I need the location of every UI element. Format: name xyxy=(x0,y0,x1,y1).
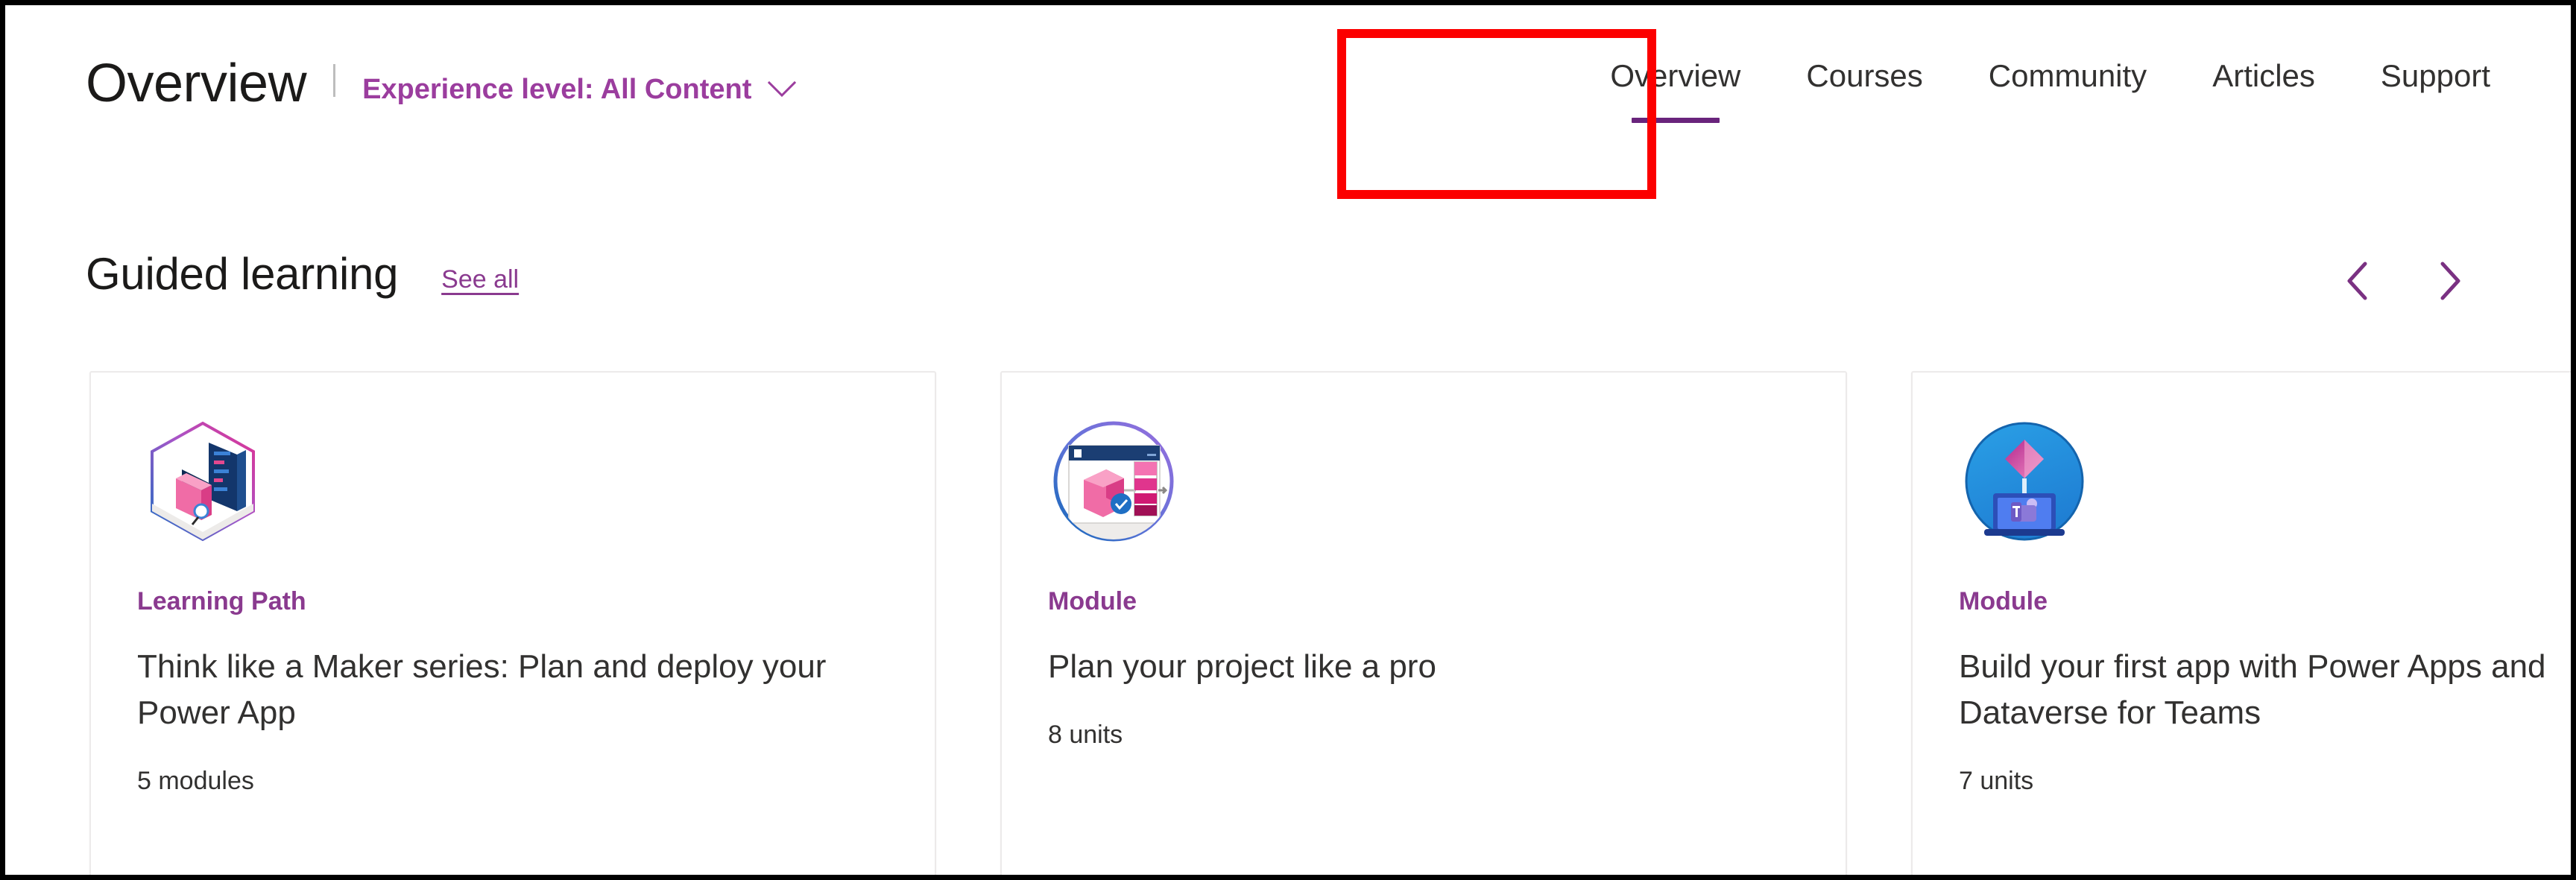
chevron-right-icon xyxy=(2432,259,2466,305)
page-title-group: Overview Experience level: All Content xyxy=(86,51,797,115)
tab-community-label: Community xyxy=(1988,58,2147,93)
card-meta: 8 units xyxy=(1048,721,1123,749)
learning-overview-page: Overview Experience level: All Content O… xyxy=(0,0,2576,880)
circle-module-browser-badge-icon xyxy=(1048,416,1179,547)
page-header: Overview Experience level: All Content O… xyxy=(5,5,2571,199)
tab-articles-label: Articles xyxy=(2212,58,2315,93)
tab-courses[interactable]: Courses xyxy=(1773,35,1955,154)
hexagon-learning-path-badge-icon xyxy=(137,416,268,547)
experience-level-label: Experience level: All Content xyxy=(362,74,752,105)
tab-overview[interactable]: Overview xyxy=(1577,35,1773,154)
card-kicker: Module xyxy=(1048,587,1137,615)
card-title: Think like a Maker series: Plan and depl… xyxy=(137,648,827,731)
page-title: Overview xyxy=(86,54,307,113)
title-divider xyxy=(333,64,336,97)
tab-community[interactable]: Community xyxy=(1956,35,2179,154)
card-meta: 5 modules xyxy=(137,767,254,795)
card-title: Plan your project like a pro xyxy=(1048,648,1436,685)
guided-learning-card-list: Learning Path Think like a Maker series:… xyxy=(89,371,2571,875)
tab-courses-label: Courses xyxy=(1806,58,1923,93)
card-module-build-first-app[interactable]: Module Build your first app with Power A… xyxy=(1911,371,2571,875)
guided-learning-section-header: Guided learning See all xyxy=(86,247,519,301)
circle-powerapps-teams-badge-icon xyxy=(1959,416,2090,547)
experience-level-dropdown[interactable]: Experience level: All Content xyxy=(362,72,797,107)
card-kicker: Module xyxy=(1959,587,2048,615)
tab-articles[interactable]: Articles xyxy=(2179,35,2348,154)
tab-overview-label: Overview xyxy=(1610,58,1741,93)
card-module-plan-project[interactable]: Module Plan your project like a pro 8 un… xyxy=(1000,371,1847,875)
card-meta: 7 units xyxy=(1959,767,2034,795)
card-kicker: Learning Path xyxy=(137,587,306,615)
carousel-prev-button[interactable] xyxy=(2335,259,2381,305)
card-title: Build your first app with Power Apps and… xyxy=(1959,648,2546,731)
main-navigation: Overview Courses Community Articles Supp… xyxy=(1577,35,2523,154)
active-tab-underline xyxy=(1631,118,1720,123)
tab-support-label: Support xyxy=(2380,58,2490,93)
carousel-next-button[interactable] xyxy=(2426,259,2472,305)
see-all-link[interactable]: See all xyxy=(441,264,519,295)
chevron-left-icon xyxy=(2341,259,2375,305)
carousel-navigation xyxy=(2335,259,2472,305)
tab-support[interactable]: Support xyxy=(2348,35,2523,154)
chevron-down-icon xyxy=(768,80,797,98)
section-title: Guided learning xyxy=(86,249,399,299)
card-learning-path[interactable]: Learning Path Think like a Maker series:… xyxy=(89,371,936,875)
